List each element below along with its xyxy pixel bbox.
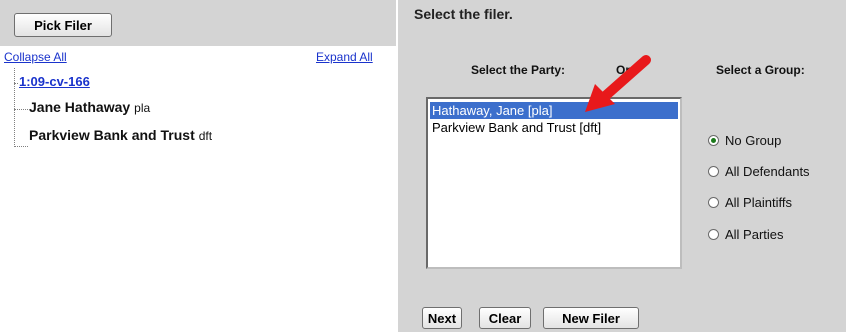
radio-icon[interactable]: [708, 228, 719, 240]
radio-label: All Defendants: [725, 163, 810, 179]
radio-selected-icon[interactable]: [708, 134, 719, 146]
radio-label: All Parties: [725, 226, 784, 242]
tree-connector: [14, 83, 18, 84]
tree-party-item[interactable]: Jane Hathaway pla: [29, 99, 150, 115]
tree-toolbar: Pick Filer: [0, 0, 396, 46]
expand-all-link[interactable]: Expand All: [316, 50, 373, 64]
group-radio-all-defendants[interactable]: All Defendants: [708, 162, 810, 180]
case-number-link[interactable]: 1:09-cv-166: [19, 74, 90, 89]
page-title: Select the filer.: [414, 6, 513, 22]
party-label: Select the Party:: [471, 63, 566, 77]
group-radio-all-plaintiffs[interactable]: All Plaintiffs: [708, 193, 792, 211]
radio-label: No Group: [725, 132, 782, 148]
party-name: Parkview Bank and Trust: [29, 127, 195, 143]
filer-selection-panel: Select the filer. Select the Party: Or S…: [396, 0, 846, 332]
new-filer-button[interactable]: New Filer: [543, 307, 639, 329]
party-role: dft: [198, 129, 213, 143]
group-radio-all-parties[interactable]: All Parties: [708, 225, 784, 243]
radio-label: All Plaintiffs: [725, 194, 792, 210]
filer-tree-panel: Pick Filer Collapse All Expand All 1:09-…: [0, 0, 396, 332]
party-option[interactable]: Parkview Bank and Trust [dft]: [430, 119, 601, 136]
pick-filer-button[interactable]: Pick Filer: [14, 13, 112, 37]
group-radio-no-group[interactable]: No Group: [708, 131, 781, 149]
tree-connector: [14, 146, 28, 147]
red-arrow-icon: [585, 55, 651, 112]
party-listbox[interactable]: Hathaway, Jane [pla] Parkview Bank and T…: [426, 97, 682, 269]
group-label: Select a Group:: [716, 63, 805, 77]
tree-party-item[interactable]: Parkview Bank and Trust dft: [29, 127, 212, 143]
party-role: pla: [134, 101, 151, 115]
clear-button[interactable]: Clear: [479, 307, 531, 329]
collapse-all-link[interactable]: Collapse All: [4, 50, 67, 64]
radio-icon[interactable]: [708, 196, 719, 208]
party-name: Jane Hathaway: [29, 99, 131, 115]
tree-connector: [14, 68, 15, 147]
radio-icon[interactable]: [708, 165, 719, 177]
tree-connector: [14, 109, 28, 110]
next-button[interactable]: Next: [422, 307, 462, 329]
